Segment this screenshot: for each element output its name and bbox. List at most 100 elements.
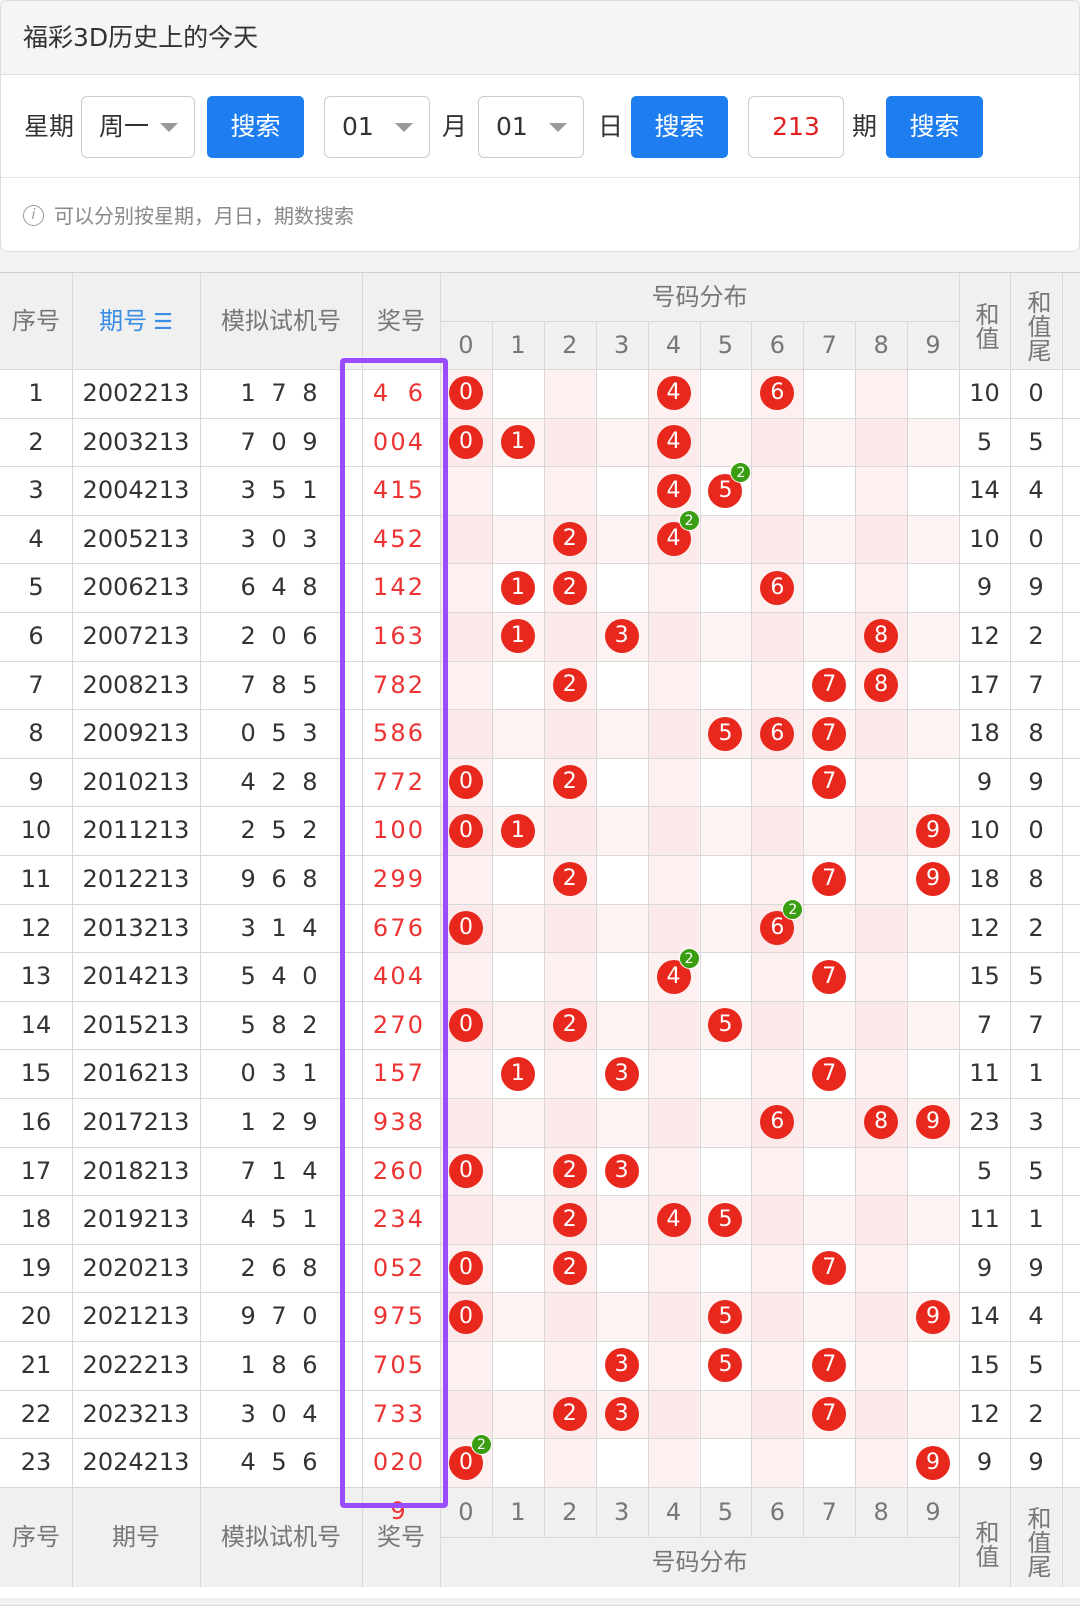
digit-ball: 9 — [916, 813, 951, 848]
row-sum: 17 — [969, 670, 1000, 699]
row-sim: 7 8 5 — [240, 670, 322, 699]
issue-search-button[interactable]: 搜索 — [886, 96, 983, 158]
day-select[interactable]: 01 — [478, 96, 584, 158]
row-issue: 2002213 — [82, 379, 190, 407]
row-sum: 9 — [976, 1448, 993, 1477]
row-seq: 5 — [28, 573, 44, 602]
row-issue: 2024213 — [82, 1448, 190, 1477]
row-sum: 14 — [969, 476, 1000, 505]
row-issue: 2010213 — [82, 767, 190, 796]
row-seq: 7 — [28, 670, 44, 699]
digit-ball: 1 — [500, 1056, 535, 1091]
row-seq: 12 — [20, 913, 52, 942]
footer-digit: 9 — [925, 1497, 941, 1526]
digit-ball: 3 — [604, 1396, 639, 1431]
row-sum: 11 — [969, 1059, 1000, 1088]
digit-ball: 7 — [812, 667, 847, 702]
row-sim: 5 8 2 — [240, 1010, 322, 1039]
row-divider — [0, 1486, 1080, 1488]
row-sum-tail: 2 — [1028, 622, 1044, 650]
issue-input[interactable]: 213 — [748, 96, 844, 158]
digit-ball: 3 — [604, 619, 639, 654]
row-issue: 2014213 — [82, 962, 190, 991]
row-issue: 2019213 — [82, 1205, 190, 1234]
sort-icon[interactable]: ☰ — [153, 275, 173, 371]
row-sum-tail: 0 — [1028, 379, 1044, 407]
row-seq: 15 — [20, 1059, 52, 1088]
digit-ball: 0 — [448, 813, 483, 848]
digit-ball: 9 — [916, 1299, 951, 1334]
row-sim: 3 0 4 — [240, 1399, 322, 1428]
digit-ball: 1 — [500, 619, 535, 654]
header-sum: 和值 — [971, 302, 999, 350]
weekday-search-button[interactable]: 搜索 — [207, 96, 304, 158]
row-sum: 5 — [976, 1156, 993, 1185]
row-seq: 11 — [20, 865, 52, 893]
row-seq: 21 — [20, 1351, 52, 1379]
digit-divider — [595, 321, 597, 1537]
digit-ball: 0 — [448, 1008, 483, 1043]
row-sum-tail: 2 — [1028, 1399, 1044, 1428]
row-sim: 1 2 9 — [240, 1108, 322, 1136]
row-sum: 23 — [969, 1108, 1000, 1136]
prize-column-highlight — [340, 358, 448, 1508]
search-panel: 福彩3D历史上的今天 星期 周一 搜索 01 月 01 日 搜索 213 期 搜… — [0, 0, 1080, 252]
day-value: 01 — [496, 112, 528, 141]
digit-ball: 2 — [552, 1153, 587, 1188]
row-sum-tail: 5 — [1028, 1156, 1044, 1185]
footer-digit: 4 — [665, 1497, 682, 1526]
row-sum-tail: 1 — [1028, 1205, 1044, 1234]
month-select[interactable]: 01 — [324, 96, 430, 158]
header-digit: 4 — [665, 331, 682, 359]
digit-ball: 7 — [812, 1348, 847, 1383]
header-sim: 模拟试机号 — [221, 307, 341, 335]
row-sim: 5 4 0 — [240, 962, 322, 991]
date-search-button[interactable]: 搜索 — [631, 96, 728, 158]
row-sum: 12 — [969, 913, 1000, 942]
row-seq: 13 — [20, 962, 52, 991]
row-seq: 19 — [20, 1253, 52, 1282]
info-icon: i — [23, 205, 44, 226]
digit-ball: 0 — [448, 765, 483, 800]
row-issue: 2007213 — [82, 622, 190, 650]
row-sum-tail: 9 — [1028, 767, 1044, 796]
row-issue: 2018213 — [82, 1156, 190, 1185]
row-seq: 1 — [28, 379, 44, 407]
row-sum: 10 — [969, 379, 1000, 407]
row-sum-tail: 0 — [1028, 524, 1044, 553]
search-hint: i 可以分别按星期，月日，期数搜索 — [1, 177, 1079, 253]
digit-ball: 7 — [812, 716, 847, 751]
row-sim: 3 5 1 — [240, 476, 322, 505]
row-sim: 0 3 1 — [240, 1059, 322, 1088]
month-label: 月 — [442, 112, 468, 141]
row-seq: 17 — [20, 1156, 52, 1185]
history-table: 序号 期号 ☰ 模拟试机号 奖号 号码分布 和值 和值尾 0 0 1 1 2 2 3 3 4 4 5 5 6 6 7 7 8 8 9… — [0, 272, 1080, 1598]
digit-ball: 0 — [448, 1153, 483, 1188]
row-sum: 9 — [976, 573, 993, 602]
header-issue[interactable]: 期号 ☰ — [72, 273, 200, 369]
row-seq: 10 — [20, 816, 52, 845]
row-sim: 9 6 8 — [240, 865, 322, 893]
digit-ball: 2 — [552, 1008, 587, 1043]
bottom-panel-edge — [0, 1605, 1080, 1619]
row-sim: 2 6 8 — [240, 1253, 322, 1282]
header-digit: 7 — [821, 331, 837, 359]
month-value: 01 — [342, 112, 374, 141]
footer-digit: 1 — [510, 1497, 526, 1526]
row-sim: 9 7 0 — [240, 1302, 322, 1331]
row-sum-tail: 8 — [1028, 719, 1044, 748]
digit-ball: 2 — [552, 522, 587, 557]
row-issue: 2016213 — [82, 1059, 190, 1088]
digit-ball: 2 — [552, 667, 587, 702]
digit-ball: 3 — [604, 1153, 639, 1188]
digit-divider — [751, 321, 753, 1537]
row-sum-tail: 1 — [1028, 1059, 1044, 1088]
digit-ball: 4 — [656, 473, 691, 508]
weekday-select[interactable]: 周一 — [81, 96, 195, 158]
row-sum-tail: 2 — [1028, 913, 1044, 942]
digit-ball: 0 — [448, 424, 483, 459]
digit-ball: 7 — [812, 1396, 847, 1431]
row-issue: 2006213 — [82, 573, 190, 602]
footer-digit: 3 — [613, 1497, 630, 1526]
digit-ball: 1 — [500, 424, 535, 459]
